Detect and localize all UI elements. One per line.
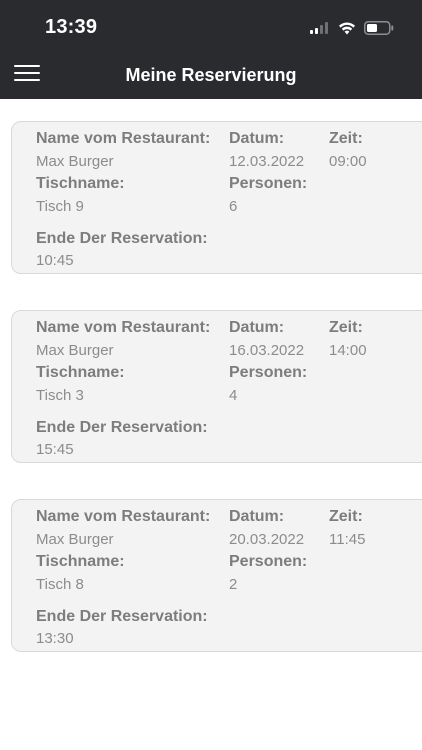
reservation-card[interactable]: Name vom Restaurant: Datum: Zeit: Max Bu…	[11, 121, 422, 274]
time-label: Zeit:	[329, 130, 363, 147]
end-label: Ende Der Reservation:	[36, 230, 208, 247]
battery-icon	[364, 21, 394, 35]
table-value: Tisch 8	[36, 576, 84, 593]
time-label: Zeit:	[329, 319, 363, 336]
persons-value: 6	[229, 198, 238, 215]
table-label: Tischname:	[36, 364, 125, 381]
date-label: Datum:	[229, 319, 285, 336]
restaurant-value: Max Burger	[36, 531, 114, 548]
persons-value: 2	[229, 576, 238, 593]
page-title: Meine Reservierung	[125, 65, 297, 85]
wifi-icon	[339, 22, 355, 34]
date-value: 20.03.2022	[229, 531, 305, 548]
date-label: Datum:	[229, 508, 285, 525]
end-label: Ende Der Reservation:	[36, 608, 208, 625]
cellular-signal-icon	[310, 22, 330, 34]
end-label: Ende Der Reservation:	[36, 419, 208, 436]
persons-label: Personen:	[229, 364, 308, 381]
end-value: 13:30	[36, 630, 74, 647]
reservation-card[interactable]: Name vom Restaurant: Datum: Zeit: Max Bu…	[11, 499, 422, 652]
persons-label: Personen:	[229, 175, 308, 192]
persons-label: Personen:	[229, 553, 308, 570]
persons-value: 4	[229, 387, 238, 404]
status-icons	[310, 19, 394, 37]
table-label: Tischname:	[36, 175, 125, 192]
restaurant-value: Max Burger	[36, 342, 114, 359]
status-bar: 13:39	[0, 0, 422, 52]
status-time: 13:39	[45, 16, 98, 38]
restaurant-label: Name vom Restaurant:	[36, 130, 211, 147]
date-label: Datum:	[229, 130, 285, 147]
date-value: 12.03.2022	[229, 153, 305, 170]
reservation-card[interactable]: Name vom Restaurant: Datum: Zeit: Max Bu…	[11, 310, 422, 463]
end-value: 10:45	[36, 252, 74, 269]
end-value: 15:45	[36, 441, 74, 458]
date-value: 16.03.2022	[229, 342, 305, 359]
time-value: 14:00	[329, 342, 367, 359]
nav-bar: Meine Reservierung	[0, 52, 422, 99]
time-value: 11:45	[329, 531, 366, 548]
time-value: 09:00	[329, 153, 367, 170]
table-value: Tisch 3	[36, 387, 84, 404]
restaurant-label: Name vom Restaurant:	[36, 319, 211, 336]
time-label: Zeit:	[329, 508, 363, 525]
table-label: Tischname:	[36, 553, 125, 570]
restaurant-label: Name vom Restaurant:	[36, 508, 211, 525]
table-value: Tisch 9	[36, 198, 84, 215]
restaurant-value: Max Burger	[36, 153, 114, 170]
